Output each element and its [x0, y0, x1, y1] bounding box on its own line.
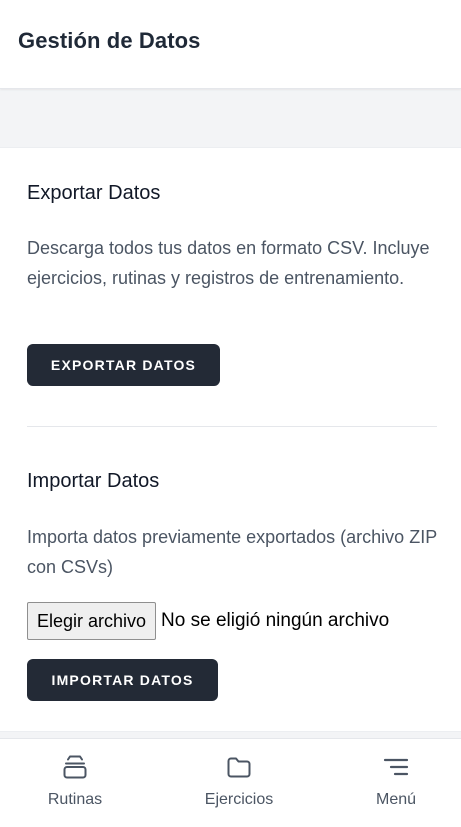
- nav-item-rutinas[interactable]: Rutinas: [20, 739, 130, 827]
- stack-icon: [63, 755, 87, 779]
- file-input[interactable]: Elegir archivo No se eligió ningún archi…: [27, 602, 390, 640]
- choose-file-button[interactable]: Elegir archivo: [27, 602, 157, 640]
- import-description: Importa datos previamente exportados (ar…: [27, 527, 437, 577]
- import-data-button[interactable]: IMPORTAR DATOS: [27, 659, 218, 701]
- bottom-navigation: Rutinas Ejercicios Menú: [0, 738, 461, 827]
- nav-item-ejercicios[interactable]: Ejercicios: [184, 739, 294, 827]
- nav-label-rutinas: Rutinas: [47, 791, 103, 808]
- app-header: Gestión de Datos: [0, 0, 461, 89]
- nav-label-ejercicios: Ejercicios: [204, 791, 274, 808]
- data-management-card: Exportar Datos Descarga todos tus datos …: [0, 147, 461, 732]
- export-description: Descarga todos tus datos en formato CSV.…: [27, 238, 430, 288]
- page-title: Gestión de Datos: [18, 28, 201, 53]
- folder-icon: [227, 757, 251, 778]
- menu-icon: [383, 758, 409, 776]
- nav-item-menu[interactable]: Menú: [341, 739, 451, 827]
- nav-label-menu: Menú: [375, 791, 417, 808]
- export-section-title: Exportar Datos: [27, 182, 161, 204]
- export-data-button[interactable]: EXPORTAR DATOS: [27, 344, 220, 386]
- section-divider: [27, 426, 437, 427]
- file-status-text: No se eligió ningún archivo: [161, 610, 390, 631]
- import-section-title: Importar Datos: [27, 470, 160, 492]
